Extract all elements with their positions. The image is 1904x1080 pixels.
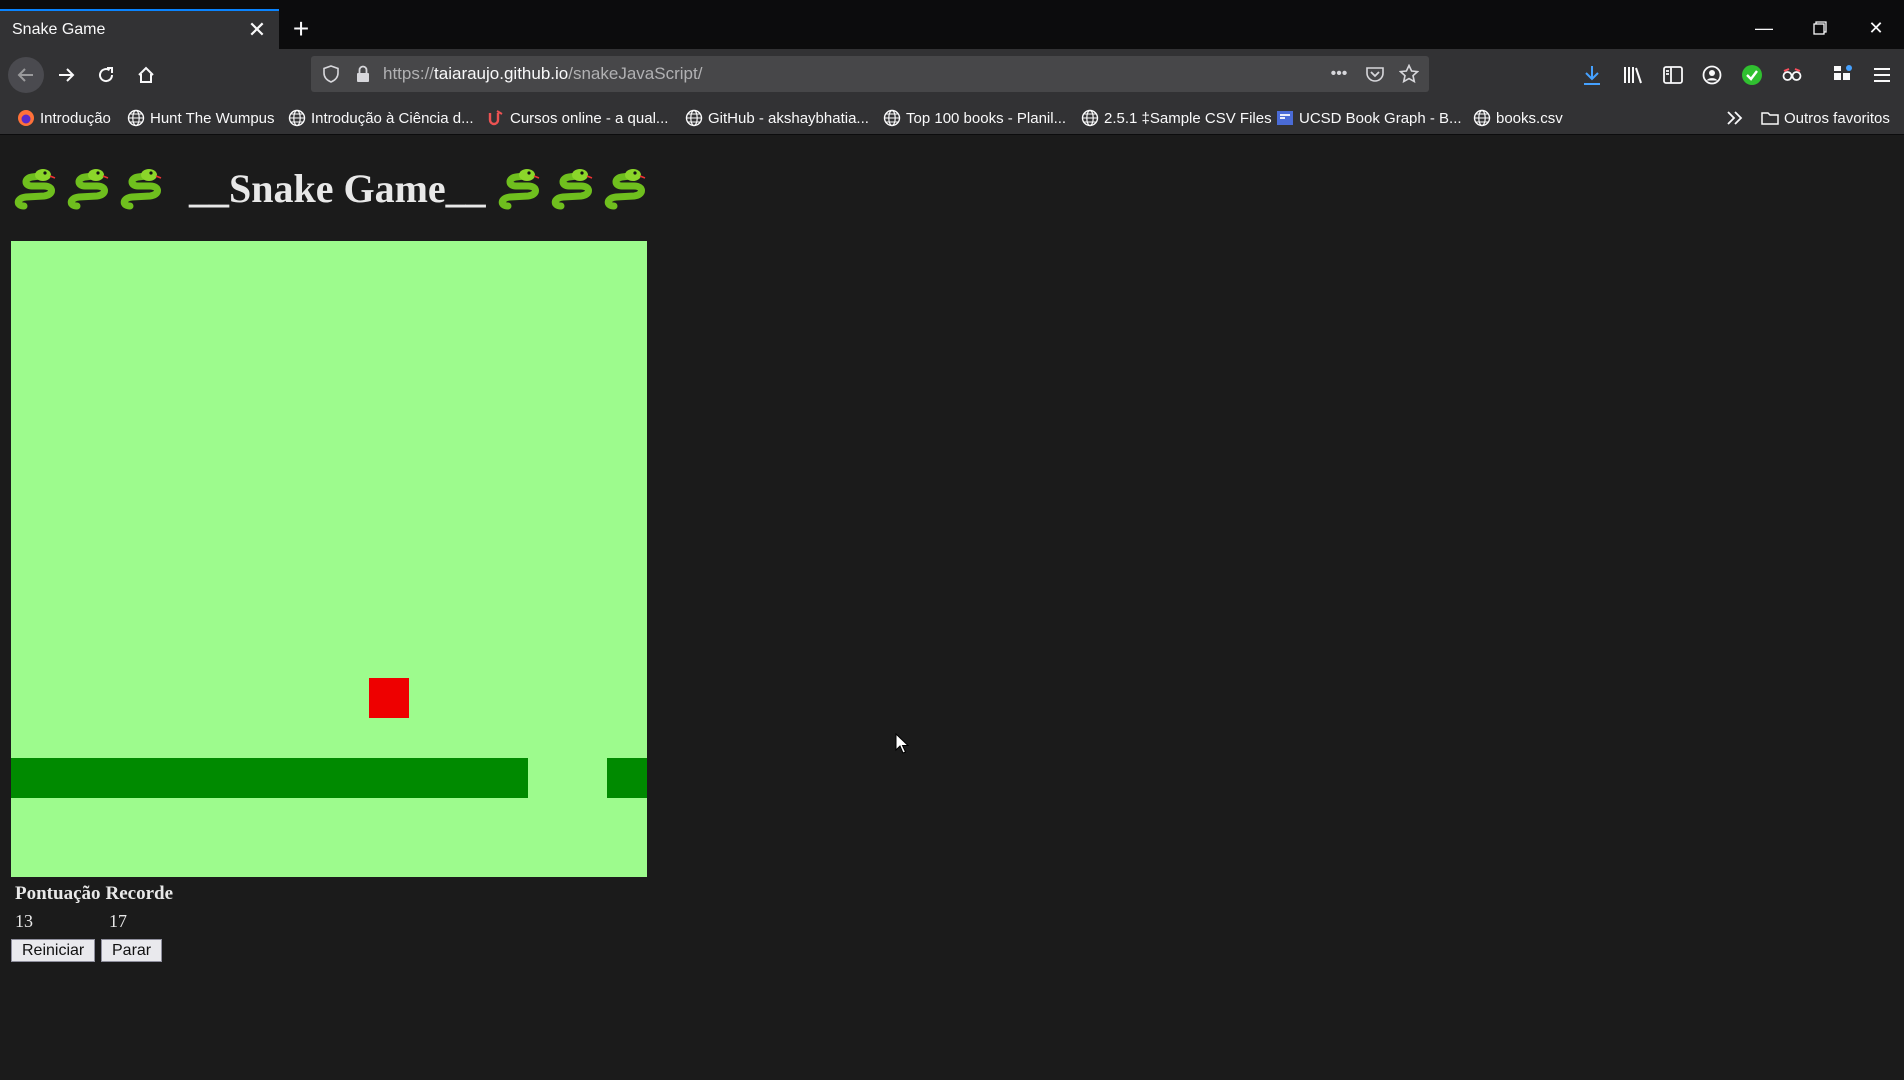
snake-segment xyxy=(170,757,210,798)
globe-icon xyxy=(288,109,306,127)
bookmarks-toolbar: Introdução Hunt The Wumpus Introdução à … xyxy=(0,100,1904,135)
snake-icon xyxy=(67,168,109,209)
address-bar[interactable]: https://taiaraujo.github.io/snakeJavaScr… xyxy=(311,56,1429,92)
restore-icon[interactable] xyxy=(1802,10,1838,46)
back-button[interactable] xyxy=(8,57,44,93)
account-icon[interactable] xyxy=(1698,61,1726,89)
mouse-cursor-icon xyxy=(895,733,909,754)
lock-icon[interactable] xyxy=(351,62,375,86)
pocket-icon[interactable] xyxy=(1363,62,1387,86)
bookmark-item[interactable]: Hunt The Wumpus xyxy=(127,106,275,130)
other-bookmarks-folder[interactable]: Outros favoritos xyxy=(1761,106,1890,130)
snake-segment xyxy=(50,757,91,798)
food-item xyxy=(368,678,409,718)
snake-segment xyxy=(130,757,170,798)
snake-segment xyxy=(488,757,528,798)
close-tab-icon[interactable]: ✕ xyxy=(241,14,273,46)
bookmark-item[interactable]: GitHub - akshaybhatia... xyxy=(685,106,869,130)
record-label: Recorde xyxy=(105,883,174,904)
snake-segment xyxy=(289,757,329,798)
extension-mask-icon[interactable] xyxy=(1778,61,1806,89)
close-window-icon[interactable]: ✕ xyxy=(1858,10,1894,46)
library-icon[interactable] xyxy=(1619,61,1647,89)
url-text[interactable]: https://taiaraujo.github.io/snakeJavaScr… xyxy=(383,64,702,84)
udemy-icon xyxy=(487,109,505,127)
new-tab-button[interactable]: + xyxy=(285,14,317,46)
extension-check-icon[interactable] xyxy=(1738,61,1766,89)
globe-icon xyxy=(127,109,145,127)
firefox-icon xyxy=(17,109,35,127)
bookmark-item[interactable]: Cursos online - a qual... xyxy=(487,106,668,130)
score-value: 13 xyxy=(15,911,33,931)
tab-title: Snake Game xyxy=(12,21,106,38)
tab-snake-game[interactable]: Snake Game ✕ xyxy=(0,9,279,49)
snake-segment xyxy=(408,757,449,798)
reload-button[interactable] xyxy=(88,57,124,93)
bookmarks-overflow-chevron-icon[interactable] xyxy=(1726,106,1744,130)
browser-titlebar: Snake Game ✕ + — ✕ xyxy=(0,0,1904,49)
bookmark-item[interactable]: Top 100 books - Planil... xyxy=(883,106,1066,130)
snake-segment xyxy=(448,757,488,798)
game-heading: __Snake Game__ xyxy=(14,165,657,212)
folder-icon xyxy=(1761,109,1779,127)
globe-icon xyxy=(1081,109,1099,127)
extensions-icon[interactable] xyxy=(1829,61,1857,89)
snake-segment xyxy=(607,757,647,798)
bookmark-item[interactable]: Introdução à Ciência d... xyxy=(288,106,474,130)
page-title: __Snake Game__ xyxy=(189,166,486,211)
restart-button[interactable]: Reiniciar xyxy=(11,939,96,962)
bookmark-item[interactable]: 2.5.1 ‡Sample CSV Files xyxy=(1081,106,1272,130)
snake-icon xyxy=(498,168,539,209)
menu-icon[interactable] xyxy=(1868,61,1896,89)
snake-segment xyxy=(329,757,369,798)
snake-icon xyxy=(14,168,56,209)
score-label: Pontuação xyxy=(15,883,101,904)
page-content: __Snake Game__ Pontuação Recorde 13 17 R… xyxy=(0,135,1904,1080)
game-board[interactable] xyxy=(11,241,647,877)
record-value: 17 xyxy=(109,911,127,931)
sidebar-icon[interactable] xyxy=(1659,61,1687,89)
snake-icon xyxy=(551,168,592,209)
snake-segment xyxy=(249,757,290,798)
snake-segment xyxy=(90,757,131,798)
home-button[interactable] xyxy=(128,57,164,93)
stop-button[interactable]: Parar xyxy=(101,939,163,962)
globe-icon xyxy=(1473,109,1491,127)
navigation-toolbar: https://taiaraujo.github.io/snakeJavaScr… xyxy=(0,49,1904,100)
snake-segment xyxy=(368,757,409,798)
snake-segment xyxy=(209,757,250,798)
ucsd-icon xyxy=(1276,109,1294,127)
page-actions-icon[interactable]: ••• xyxy=(1327,62,1351,86)
score-table: Pontuação Recorde 13 17 xyxy=(15,883,173,932)
snake-icon xyxy=(604,168,645,209)
snake-icon xyxy=(120,168,162,209)
forward-button[interactable] xyxy=(48,57,84,93)
bookmark-star-icon[interactable] xyxy=(1397,62,1421,86)
snake-segment xyxy=(11,757,51,798)
bookmark-item[interactable]: Introdução xyxy=(17,106,111,130)
downloads-icon[interactable] xyxy=(1578,61,1606,89)
shield-icon[interactable] xyxy=(319,62,343,86)
bookmark-item[interactable]: UCSD Book Graph - B... xyxy=(1276,106,1462,130)
bookmark-item[interactable]: books.csv xyxy=(1473,106,1563,130)
globe-icon xyxy=(883,109,901,127)
globe-icon xyxy=(685,109,703,127)
minimize-icon[interactable]: — xyxy=(1746,10,1782,46)
